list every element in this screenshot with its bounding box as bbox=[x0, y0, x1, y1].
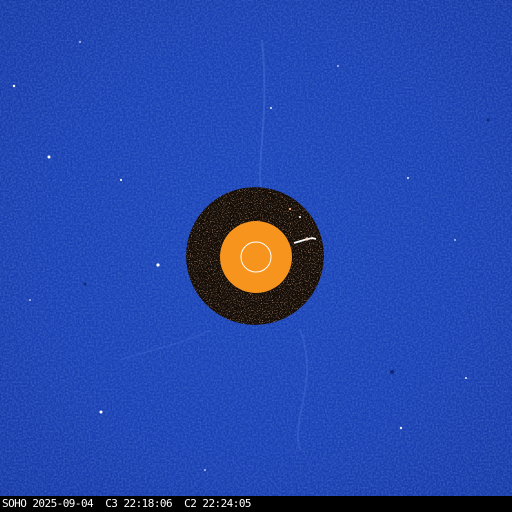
caption-bar: SOHO 2025-09-04 C3 22:18:06 C2 22:24:05 bbox=[0, 496, 512, 512]
star bbox=[337, 65, 339, 67]
image-caption: SOHO 2025-09-04 C3 22:18:06 C2 22:24:05 bbox=[2, 497, 252, 510]
star bbox=[204, 469, 206, 471]
occulter-disk bbox=[220, 221, 292, 293]
speck bbox=[288, 207, 292, 211]
star bbox=[119, 178, 123, 182]
star bbox=[407, 177, 409, 179]
star bbox=[454, 239, 456, 241]
c2-image bbox=[186, 187, 324, 325]
dark-speck bbox=[390, 370, 394, 374]
speck bbox=[299, 216, 301, 218]
star bbox=[99, 410, 103, 414]
star bbox=[270, 107, 272, 109]
star bbox=[29, 299, 31, 301]
bright-feature bbox=[305, 237, 309, 241]
dark-speck bbox=[486, 118, 490, 122]
star bbox=[12, 84, 16, 88]
coronagraph-image: SOHO 2025-09-04 C3 22:18:06 C2 22:24:05 bbox=[0, 0, 512, 512]
star bbox=[465, 377, 467, 379]
dark-speck bbox=[83, 282, 87, 286]
star bbox=[79, 41, 81, 43]
star bbox=[399, 426, 403, 430]
star bbox=[156, 263, 160, 267]
star bbox=[47, 155, 51, 159]
lasco-c2-field bbox=[186, 187, 324, 325]
